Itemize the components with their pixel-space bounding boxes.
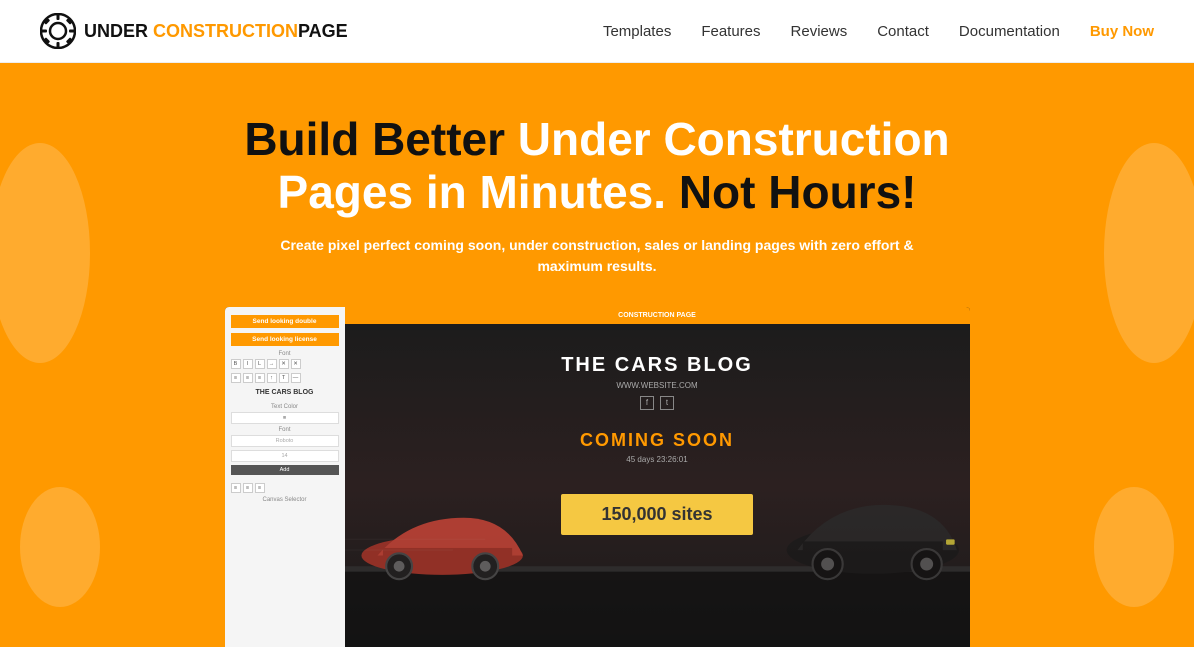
- preview-countdown: 45 days 23:26:01: [626, 455, 687, 464]
- t-btn[interactable]: T: [279, 373, 289, 383]
- nav-documentation[interactable]: Documentation: [959, 23, 1060, 40]
- link-btn[interactable]: L: [255, 359, 265, 369]
- sidebar-preview-name: THE CARS BLOG: [231, 389, 339, 396]
- logo-text: UNDER CONSTRUCTIONPAGE: [84, 21, 348, 42]
- editor-section-header-1: Send looking double: [231, 315, 339, 328]
- x-btn2[interactable]: ✕: [291, 359, 301, 369]
- size-field[interactable]: 14: [231, 450, 339, 462]
- hero-section: Build Better Under Construction Pages in…: [0, 63, 1194, 647]
- header: UNDER CONSTRUCTIONPAGE Templates Feature…: [0, 0, 1194, 63]
- hero-title: Build Better Under Construction Pages in…: [197, 113, 997, 219]
- editor-font-label: Font: [231, 351, 339, 357]
- align-left-btn[interactable]: ≡: [231, 373, 241, 383]
- text-color-label: Text Color: [231, 404, 339, 410]
- editor-toolbar-3: ≡ ≡ ≡: [231, 483, 339, 493]
- hero-content: Build Better Under Construction Pages in…: [40, 113, 1154, 647]
- bold-btn[interactable]: B: [231, 359, 241, 369]
- editor-preview: CONSTRUCTION PAGE: [345, 307, 970, 647]
- arrow-btn[interactable]: →: [267, 359, 277, 369]
- editor-toolbar: B I L → ✕ ✕: [231, 359, 339, 369]
- align-btn-b[interactable]: ≡: [243, 483, 253, 493]
- align-right-btn[interactable]: ≡: [255, 373, 265, 383]
- logo[interactable]: UNDER CONSTRUCTIONPAGE: [40, 13, 348, 49]
- sidebar-sub-section: Text Color ■ Font Roboto 14 Add: [231, 404, 339, 475]
- preview-dark-area: THE CARS BLOG WWW.WEBSITE.COM f t COMING…: [345, 324, 970, 647]
- align-btn-c[interactable]: ≡: [255, 483, 265, 493]
- text-color-field[interactable]: ■: [231, 412, 339, 424]
- editor-toolbar-2: ≡ ≡ ≡ ↑ T —: [231, 373, 339, 383]
- nav-contact[interactable]: Contact: [877, 23, 929, 40]
- hero-subtitle: Create pixel perfect coming soon, under …: [257, 235, 937, 277]
- preview-badge: 150,000 sites: [561, 494, 752, 535]
- up-btn[interactable]: ↑: [267, 373, 277, 383]
- italic-btn[interactable]: I: [243, 359, 253, 369]
- nav-reviews[interactable]: Reviews: [791, 23, 848, 40]
- canvas-selector-label: Canvas Selector: [231, 497, 339, 503]
- editor-sidebar: Send looking double Send looking license…: [225, 307, 345, 647]
- nav-features[interactable]: Features: [701, 23, 760, 40]
- logo-icon: [40, 13, 76, 49]
- preview-coming-soon: COMING SOON: [580, 430, 734, 451]
- font-field[interactable]: Roboto: [231, 435, 339, 447]
- preview-container: Send looking double Send looking license…: [225, 307, 970, 647]
- preview-site-url: WWW.WEBSITE.COM: [616, 381, 697, 390]
- x-btn1[interactable]: ✕: [279, 359, 289, 369]
- preview-social-icons: f t: [640, 396, 674, 410]
- nav-buy-now[interactable]: Buy Now: [1090, 23, 1154, 40]
- align-center-btn[interactable]: ≡: [243, 373, 253, 383]
- nav-templates[interactable]: Templates: [603, 23, 671, 40]
- editor-bottom-toolbar: ≡ ≡ ≡ Canvas Selector: [231, 483, 339, 503]
- twitter-icon: t: [660, 396, 674, 410]
- font-label-2: Font: [231, 427, 339, 433]
- preview-top-bar-text: CONSTRUCTION PAGE: [618, 312, 696, 319]
- preview-top-bar: CONSTRUCTION PAGE: [345, 307, 970, 324]
- facebook-icon: f: [640, 396, 654, 410]
- preview-site-title: THE CARS BLOG: [561, 354, 753, 377]
- preview-content: THE CARS BLOG WWW.WEBSITE.COM f t COMING…: [345, 324, 970, 535]
- add-button[interactable]: Add: [231, 465, 339, 475]
- editor-section-header-2: Send looking license: [231, 333, 339, 346]
- dash-btn[interactable]: —: [291, 373, 301, 383]
- align-btn-a[interactable]: ≡: [231, 483, 241, 493]
- nav: Templates Features Reviews Contact Docum…: [603, 23, 1154, 40]
